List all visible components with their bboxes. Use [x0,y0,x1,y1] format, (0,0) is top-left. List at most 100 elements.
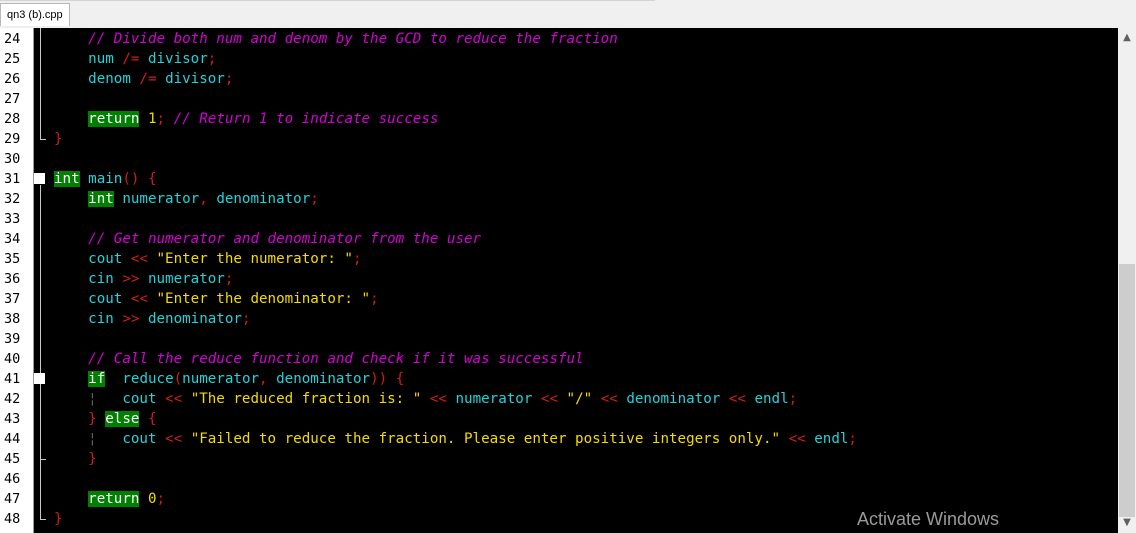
code-token: ¦ [88,431,97,447]
line-number: 30 [4,151,21,167]
code-token: return [88,491,140,507]
code-line[interactable]: 38 cin >> denominator; [0,309,1118,329]
code-token: cin [88,311,114,327]
code-line[interactable]: 40 // Call the reduce function and check… [0,349,1118,369]
code-text: cin >> numerator; [54,269,233,289]
code-token: cin [88,271,114,287]
line-number: 43 [4,411,21,427]
code-line[interactable]: 43 } else { [0,409,1118,429]
code-token: numerator [147,271,225,287]
code-token: divisor [147,51,208,67]
code-editor[interactable]: 24 // Divide both num and denom by the G… [0,28,1136,533]
code-line[interactable]: 27 [0,89,1118,109]
code-text: } [54,449,97,469]
line-number: 39 [4,331,21,347]
code-token: << [122,291,157,307]
line-number: 48 [4,511,21,527]
code-token: ¦ [88,391,97,407]
code-line[interactable]: 36 cin >> numerator; [0,269,1118,289]
code-line[interactable]: 31 int main() { [0,169,1118,189]
line-number: 40 [4,351,21,367]
code-line[interactable]: 37 cout << "Enter the denominator: "; [0,289,1118,309]
code-line[interactable]: 33 [0,209,1118,229]
code-token: ; [241,311,251,327]
line-number: 26 [4,71,21,87]
code-token: else [105,411,140,427]
line-number: 46 [4,471,21,487]
code-line[interactable]: 44 ¦ cout << "Failed to reduce the fract… [0,429,1118,449]
code-line[interactable]: 41 if (reduce(numerator, denominator)) { [0,369,1118,389]
code-token: endl [814,431,849,447]
line-number: 33 [4,211,21,227]
tab-strip: qn3 (b).cpp [0,0,1136,28]
code-token: << [156,391,191,407]
activate-windows-watermark: Activate Windows [857,509,1000,529]
code-token: "Enter the numerator: " [156,251,353,267]
tab-qn3-b-cpp[interactable]: qn3 (b).cpp [0,3,70,26]
chevron-up-icon[interactable]: ▲ [1118,30,1136,46]
code-token: ; [370,291,379,307]
code-line[interactable]: 47 return 0; [0,489,1118,509]
code-text: cout << "Enter the denominator: "; [54,289,379,309]
code-line[interactable]: 32 int numerator, denominator; [0,189,1118,209]
code-line[interactable]: 29} [0,129,1118,149]
line-number: 28 [4,111,21,127]
code-text: cout << "Enter the numerator: "; [54,249,362,269]
line-number: 41 [4,371,21,387]
code-line[interactable]: 28 return 1; // Return 1 to indicate suc… [0,109,1118,129]
line-number: 42 [4,391,21,407]
code-token: reduce [122,371,174,387]
code-text: return 0; [54,489,165,509]
tab-strip-border [0,0,655,1]
code-line[interactable]: 34 // Get numerator and denominator from… [0,229,1118,249]
fold-marker-icon[interactable] [34,173,45,184]
code-token: "Enter the denominator: " [156,291,371,307]
code-text: } [54,129,63,149]
code-token: "The reduced fraction is: " [190,391,422,407]
code-token: "/" [566,391,593,407]
code-token: // Call the reduce function and check if… [88,351,584,367]
code-token: cout [88,251,123,267]
code-token: denominator [147,311,242,327]
code-token: ; [848,431,857,447]
code-line[interactable]: 42 ¦ cout << "The reduced fraction is: "… [0,389,1118,409]
line-number: 25 [4,51,21,67]
code-token: } [54,511,63,527]
code-text: denom /= divisor; [54,69,233,89]
code-text: // Call the reduce function and check if… [54,349,584,369]
code-token: ; [207,51,217,67]
code-line[interactable]: 24 // Divide both num and denom by the G… [0,29,1118,49]
code-line[interactable]: 25 num /= divisor; [0,49,1118,69]
scrollbar-thumb[interactable] [1119,264,1135,517]
code-token: ; [224,271,234,287]
code-line[interactable]: 45 } [0,449,1118,469]
line-number: 44 [4,431,21,447]
code-text: cin >> denominator; [54,309,250,329]
code-line[interactable]: 30 [0,149,1118,169]
code-token: << [156,431,191,447]
code-line[interactable]: 46 [0,469,1118,489]
code-token: ; [352,251,362,267]
vertical-scrollbar[interactable]: ▲ ▼ [1118,28,1136,533]
code-line[interactable]: 26 denom /= divisor; [0,69,1118,89]
code-line[interactable]: 35 cout << "Enter the numerator: "; [0,249,1118,269]
code-token: } [88,411,106,427]
fold-marker-icon[interactable] [34,373,45,384]
chevron-down-icon[interactable]: ▼ [1118,515,1136,531]
line-number: 29 [4,131,21,147]
code-token: ( [173,371,183,387]
line-number: 38 [4,311,21,327]
code-text: } [54,509,63,529]
code-text: int numerator, denominator; [54,189,319,209]
code-token: // Divide both num and denom by the GCD … [88,31,618,47]
code-token: ; [156,111,174,127]
code-line[interactable]: 39 [0,329,1118,349]
